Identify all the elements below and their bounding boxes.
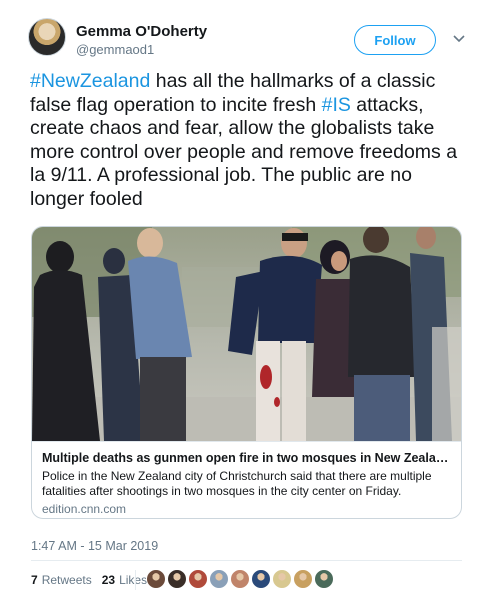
card-domain: edition.cnn.com	[42, 502, 127, 516]
liker-avatar[interactable]	[146, 569, 166, 589]
likes-label: Likes	[119, 573, 148, 587]
retweets-label: Retweets	[41, 573, 92, 587]
author-handle[interactable]: @gemmaod1	[76, 42, 154, 57]
stats-divider	[135, 570, 136, 590]
tweet-stats: 7 Retweets 23 Likes	[31, 569, 334, 590]
link-card[interactable]: Multiple deaths as gunmen open fire in t…	[31, 226, 462, 519]
card-description: Police in the New Zealand city of Christ…	[42, 469, 432, 498]
liker-avatar[interactable]	[167, 569, 187, 589]
liker-avatar[interactable]	[230, 569, 250, 589]
tweet: Gemma O'Doherty @gemmaod1 Follow #NewZea…	[0, 0, 493, 607]
liker-avatars	[146, 569, 335, 589]
retweets-stat[interactable]: 7 Retweets	[31, 573, 92, 587]
likes-stat[interactable]: 23 Likes	[102, 573, 147, 587]
hashtag-is[interactable]: #IS	[322, 94, 351, 116]
retweets-count: 7	[31, 573, 38, 587]
divider	[31, 560, 462, 561]
likes-count: 23	[101, 573, 116, 587]
liker-avatar[interactable]	[209, 569, 229, 589]
liker-avatar[interactable]	[293, 569, 313, 589]
follow-button[interactable]: Follow	[354, 25, 436, 55]
chevron-down-icon[interactable]	[452, 32, 466, 46]
hashtag-newzealand[interactable]: #NewZealand	[30, 70, 150, 92]
tweet-header: Gemma O'Doherty @gemmaod1 Follow	[28, 18, 478, 66]
liker-avatar[interactable]	[188, 569, 208, 589]
tweet-timestamp[interactable]: 1:47 AM - 15 Mar 2019	[31, 539, 158, 553]
author-name[interactable]: Gemma O'Doherty	[76, 23, 207, 40]
tweet-text: #NewZealand has all the hallmarks of a c…	[30, 70, 470, 211]
card-photo[interactable]	[32, 227, 461, 441]
liker-avatar[interactable]	[251, 569, 271, 589]
avatar[interactable]	[28, 18, 66, 56]
card-title[interactable]: Multiple deaths as gunmen open fire in t…	[42, 451, 454, 465]
card-body[interactable]: Multiple deaths as gunmen open fire in t…	[32, 441, 461, 518]
liker-avatar[interactable]	[272, 569, 292, 589]
liker-avatar[interactable]	[314, 569, 334, 589]
